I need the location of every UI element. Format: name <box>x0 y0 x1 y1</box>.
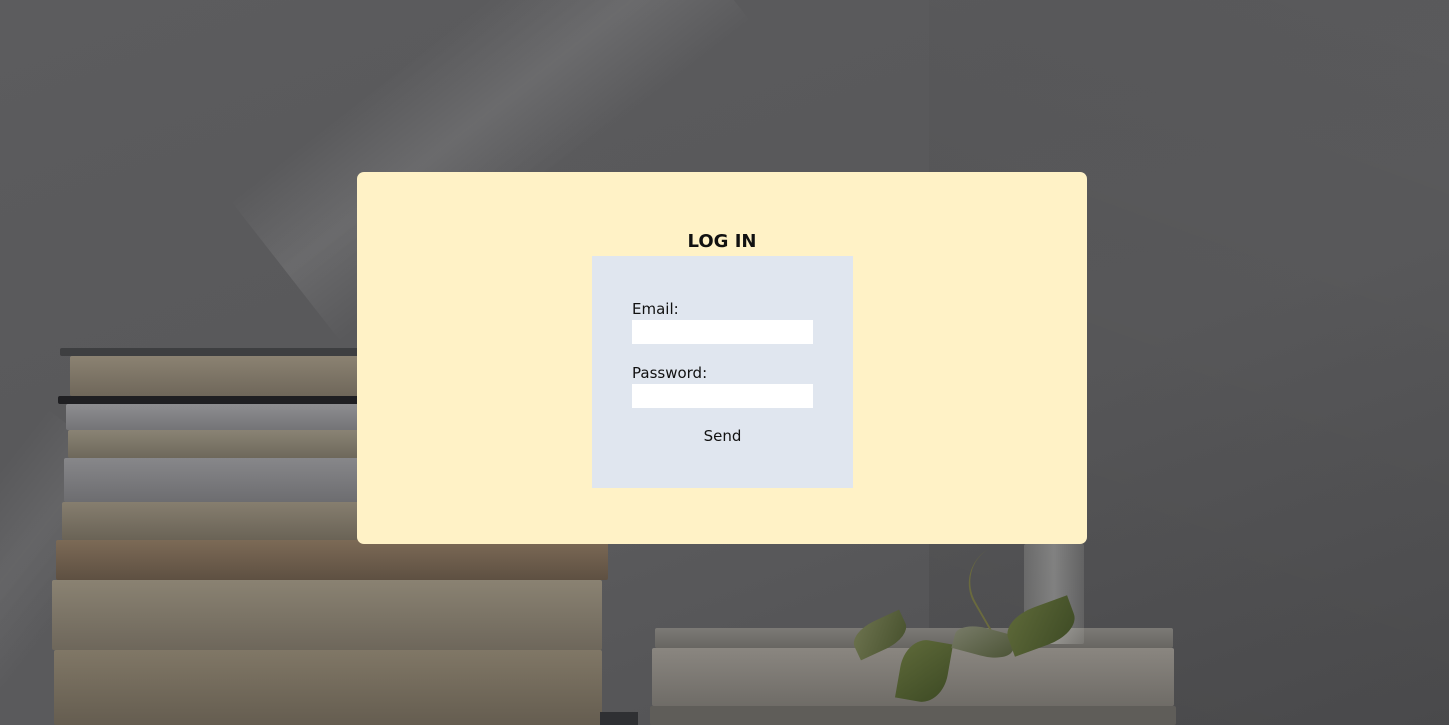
password-label: Password: <box>632 364 708 382</box>
book <box>56 540 608 580</box>
book <box>62 502 360 540</box>
book <box>52 580 602 650</box>
background-photo: LOG IN Email: Password: Send <box>0 0 1449 725</box>
password-field[interactable] <box>632 384 813 408</box>
login-form: Email: Password: Send <box>592 256 853 488</box>
book <box>60 348 360 356</box>
login-title: LOG IN <box>687 231 757 252</box>
book <box>54 650 602 725</box>
login-card: LOG IN Email: Password: Send <box>357 172 1087 544</box>
email-field[interactable] <box>632 320 813 344</box>
send-button[interactable]: Send <box>682 424 763 448</box>
dark-object <box>600 712 638 725</box>
book <box>66 404 360 430</box>
book <box>64 458 360 502</box>
book <box>58 396 360 404</box>
email-label: Email: <box>632 300 679 318</box>
book <box>70 356 360 396</box>
book <box>650 706 1176 725</box>
book <box>68 430 360 458</box>
